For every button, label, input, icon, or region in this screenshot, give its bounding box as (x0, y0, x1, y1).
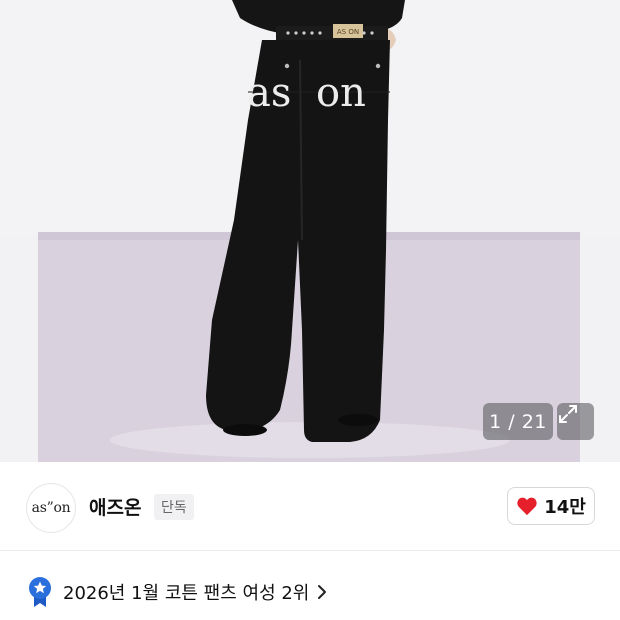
brand-logo[interactable]: as”on (26, 483, 76, 533)
ranking-text: 2026년 1월 코튼 팬츠 여성 2위 (63, 583, 310, 604)
like-button[interactable]: 14만 (507, 487, 595, 525)
section-divider (0, 550, 620, 551)
like-count: 14만 (544, 497, 586, 518)
exclusive-badge: 단독 (154, 494, 194, 520)
product-image-carousel[interactable]: AS ON as on 1 / 21 (0, 0, 620, 462)
pants-print-right: on (316, 70, 366, 116)
leather-tag-text: AS ON (337, 28, 359, 36)
image-page-counter: 1 / 21 (483, 403, 553, 440)
ranking-link[interactable]: 2026년 1월 코튼 팬츠 여성 2위 (27, 571, 327, 613)
ranking-badge-icon (29, 577, 51, 607)
brand-name[interactable]: 애즈온 (89, 493, 141, 520)
pants-print-left: as (247, 70, 291, 116)
product-photo: AS ON as on (0, 0, 620, 462)
brand-row: as”on 애즈온 단독 14만 (0, 462, 620, 550)
expand-icon (559, 405, 577, 423)
chevron-right-icon (318, 585, 327, 599)
heart-icon (517, 497, 537, 516)
expand-image-button[interactable] (557, 403, 594, 440)
